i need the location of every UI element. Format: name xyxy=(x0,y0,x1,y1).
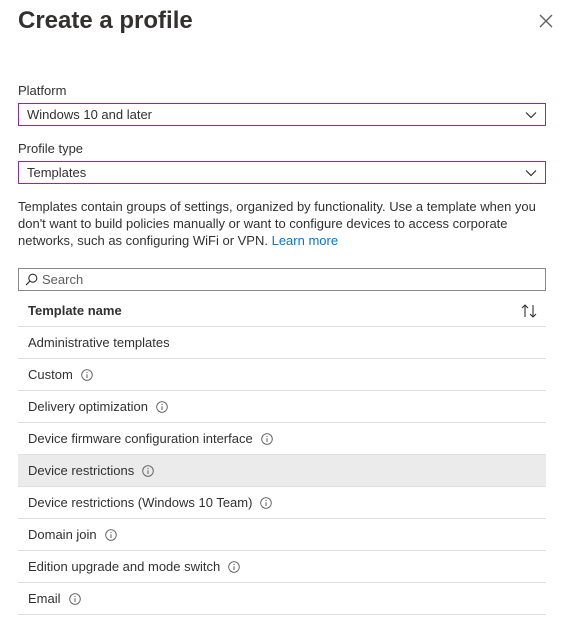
info-icon[interactable] xyxy=(260,496,273,509)
search-icon xyxy=(25,273,38,286)
template-name: Device firmware configuration interface xyxy=(28,431,253,446)
close-button[interactable] xyxy=(533,8,559,34)
profile-type-dropdown[interactable]: Templates xyxy=(18,161,546,184)
templates-description: Templates contain groups of settings, or… xyxy=(18,198,548,249)
sort-icon[interactable] xyxy=(520,303,538,319)
create-profile-panel: Create a profile Platform Windows 10 and… xyxy=(0,0,564,621)
platform-value: Windows 10 and later xyxy=(27,107,153,122)
template-name: Device restrictions xyxy=(28,463,135,478)
profile-type-label: Profile type xyxy=(18,141,84,156)
template-name: Device restrictions (Windows 10 Team) xyxy=(28,495,253,510)
template-name: Administrative templates xyxy=(28,335,170,350)
search-box[interactable] xyxy=(18,268,546,291)
table-row[interactable]: Device firmware configuration interface xyxy=(18,423,546,455)
table-row[interactable]: Custom xyxy=(18,359,546,391)
info-icon[interactable] xyxy=(228,560,240,573)
column-header-template-name[interactable]: Template name xyxy=(28,303,122,318)
close-icon xyxy=(539,14,553,28)
info-icon[interactable] xyxy=(81,368,93,381)
table-body: Administrative templates Custom Delivery o… xyxy=(18,327,546,615)
table-row[interactable]: Edition upgrade and mode switch xyxy=(18,551,546,583)
info-icon[interactable] xyxy=(104,528,117,541)
info-icon[interactable] xyxy=(260,432,273,445)
page-title: Create a profile xyxy=(18,7,193,34)
table-row[interactable]: Delivery optimization xyxy=(18,391,546,423)
table-row[interactable]: Device restrictions (Windows 10 Team) xyxy=(18,487,546,519)
info-icon[interactable] xyxy=(142,464,154,477)
table-row[interactable]: Domain join xyxy=(18,519,546,551)
chevron-down-icon xyxy=(525,170,537,177)
templates-table: Template name Administrative templates Cu… xyxy=(18,295,546,615)
table-row[interactable]: Administrative templates xyxy=(18,327,546,359)
template-name: Custom xyxy=(28,367,73,382)
info-icon[interactable] xyxy=(156,400,168,413)
platform-label: Platform xyxy=(18,83,67,98)
template-name: Email xyxy=(28,591,61,606)
table-row[interactable]: Email xyxy=(18,583,546,615)
template-name: Delivery optimization xyxy=(28,399,148,414)
profile-type-value: Templates xyxy=(27,165,87,180)
table-row[interactable]: Device restrictions xyxy=(18,455,546,487)
learn-more-link[interactable]: Learn more xyxy=(272,233,338,248)
info-icon[interactable] xyxy=(68,592,81,605)
table-header: Template name xyxy=(18,295,546,327)
platform-dropdown[interactable]: Windows 10 and later xyxy=(18,103,546,126)
template-name: Edition upgrade and mode switch xyxy=(28,559,221,574)
chevron-down-icon xyxy=(525,112,537,119)
search-input[interactable] xyxy=(42,272,522,287)
template-name: Domain join xyxy=(28,527,97,542)
